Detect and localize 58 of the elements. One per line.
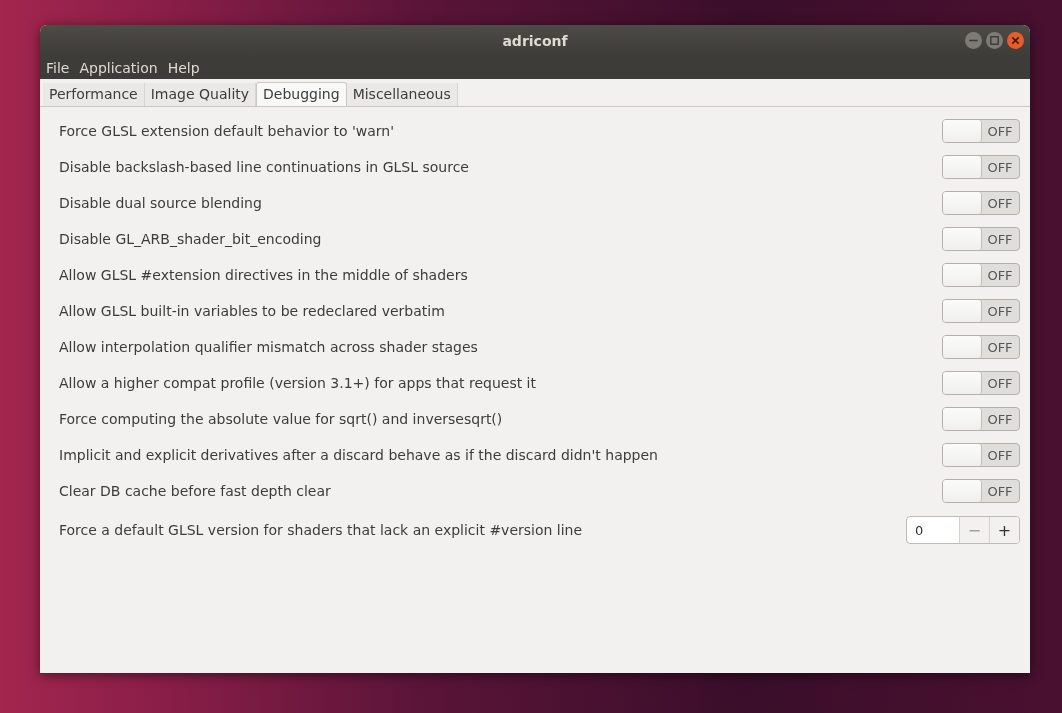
toggle-switch[interactable]: OFF [942, 227, 1020, 251]
switch-thumb[interactable] [943, 264, 981, 286]
switch-thumb[interactable] [943, 228, 981, 250]
option-label: Allow a higher compat profile (version 3.1+) for apps that request it [59, 375, 536, 391]
option-label: Disable GL_ARB_shader_bit_encoding [59, 231, 322, 247]
option-label: Force computing the absolute value for sqrt() and inversesqrt() [59, 411, 503, 427]
option-label: Allow GLSL built-in variables to be redeclared verbatim [59, 303, 445, 319]
window-title: adriconf [502, 33, 568, 49]
option-label: Force GLSL extension default behavior to 'warn' [59, 123, 395, 139]
toggle-switch[interactable]: OFF [942, 155, 1020, 179]
tab[interactable]: Debugging [256, 82, 347, 106]
tab[interactable]: Miscellaneous [346, 83, 458, 106]
switch-thumb[interactable] [943, 408, 981, 430]
toggle-switch[interactable]: OFF [942, 371, 1020, 395]
toggle-switch[interactable]: OFF [942, 191, 1020, 215]
switch-state: OFF [986, 339, 1014, 355]
switch-thumb[interactable] [943, 372, 981, 394]
switch-state: OFF [986, 123, 1014, 139]
switch-thumb[interactable] [943, 444, 981, 466]
option-label: Force a default GLSL version for shaders that lack an explicit #version line [59, 522, 583, 538]
switch-thumb[interactable] [943, 480, 981, 502]
switch-thumb[interactable] [943, 336, 981, 358]
option-label: Allow GLSL #extension directives in the middle of shaders [59, 267, 468, 283]
option-label: Disable backslash-based line continuations in GLSL source [59, 159, 469, 175]
toggle-switch[interactable]: OFF [942, 263, 1020, 287]
toggle-switch[interactable]: OFF [942, 335, 1020, 359]
toggle-switch[interactable]: OFF [942, 407, 1020, 431]
option-label: Disable dual source blending [59, 195, 262, 211]
switch-thumb[interactable] [943, 192, 981, 214]
menu-item[interactable]: Application [79, 60, 158, 76]
switch-state: OFF [986, 303, 1014, 319]
option-label: Implicit and explicit derivatives after a discard behave as if the discard didn't happen [59, 447, 658, 463]
toggle-switch[interactable]: OFF [942, 299, 1020, 323]
switch-state: OFF [986, 159, 1014, 175]
switch-state: OFF [986, 231, 1014, 247]
number-field[interactable]: 0 [907, 517, 959, 543]
switch-state: OFF [986, 267, 1014, 283]
close-icon[interactable] [1007, 32, 1024, 49]
option-label: Allow interpolation qualifier mismatch across shader stages [59, 339, 478, 355]
switch-state: OFF [986, 483, 1014, 499]
option-label: Clear DB cache before fast depth clear [59, 483, 331, 499]
switch-thumb[interactable] [943, 300, 981, 322]
switch-thumb[interactable] [943, 120, 981, 142]
toggle-switch[interactable]: OFF [942, 119, 1020, 143]
switch-thumb[interactable] [943, 156, 981, 178]
increment-button[interactable]: + [989, 517, 1019, 543]
tab[interactable]: Performance [43, 83, 145, 106]
toggle-switch[interactable]: OFF [942, 479, 1020, 503]
menu-item[interactable]: File [46, 60, 70, 76]
switch-state: OFF [986, 447, 1014, 463]
tab[interactable]: Image Quality [144, 83, 257, 106]
minimize-icon[interactable] [965, 32, 982, 49]
toggle-switch[interactable]: OFF [942, 443, 1020, 467]
switch-state: OFF [986, 375, 1014, 391]
menu-item[interactable]: Help [167, 60, 200, 76]
switch-state: OFF [986, 411, 1014, 427]
switch-state: OFF [986, 195, 1014, 211]
maximize-icon[interactable] [986, 32, 1003, 49]
